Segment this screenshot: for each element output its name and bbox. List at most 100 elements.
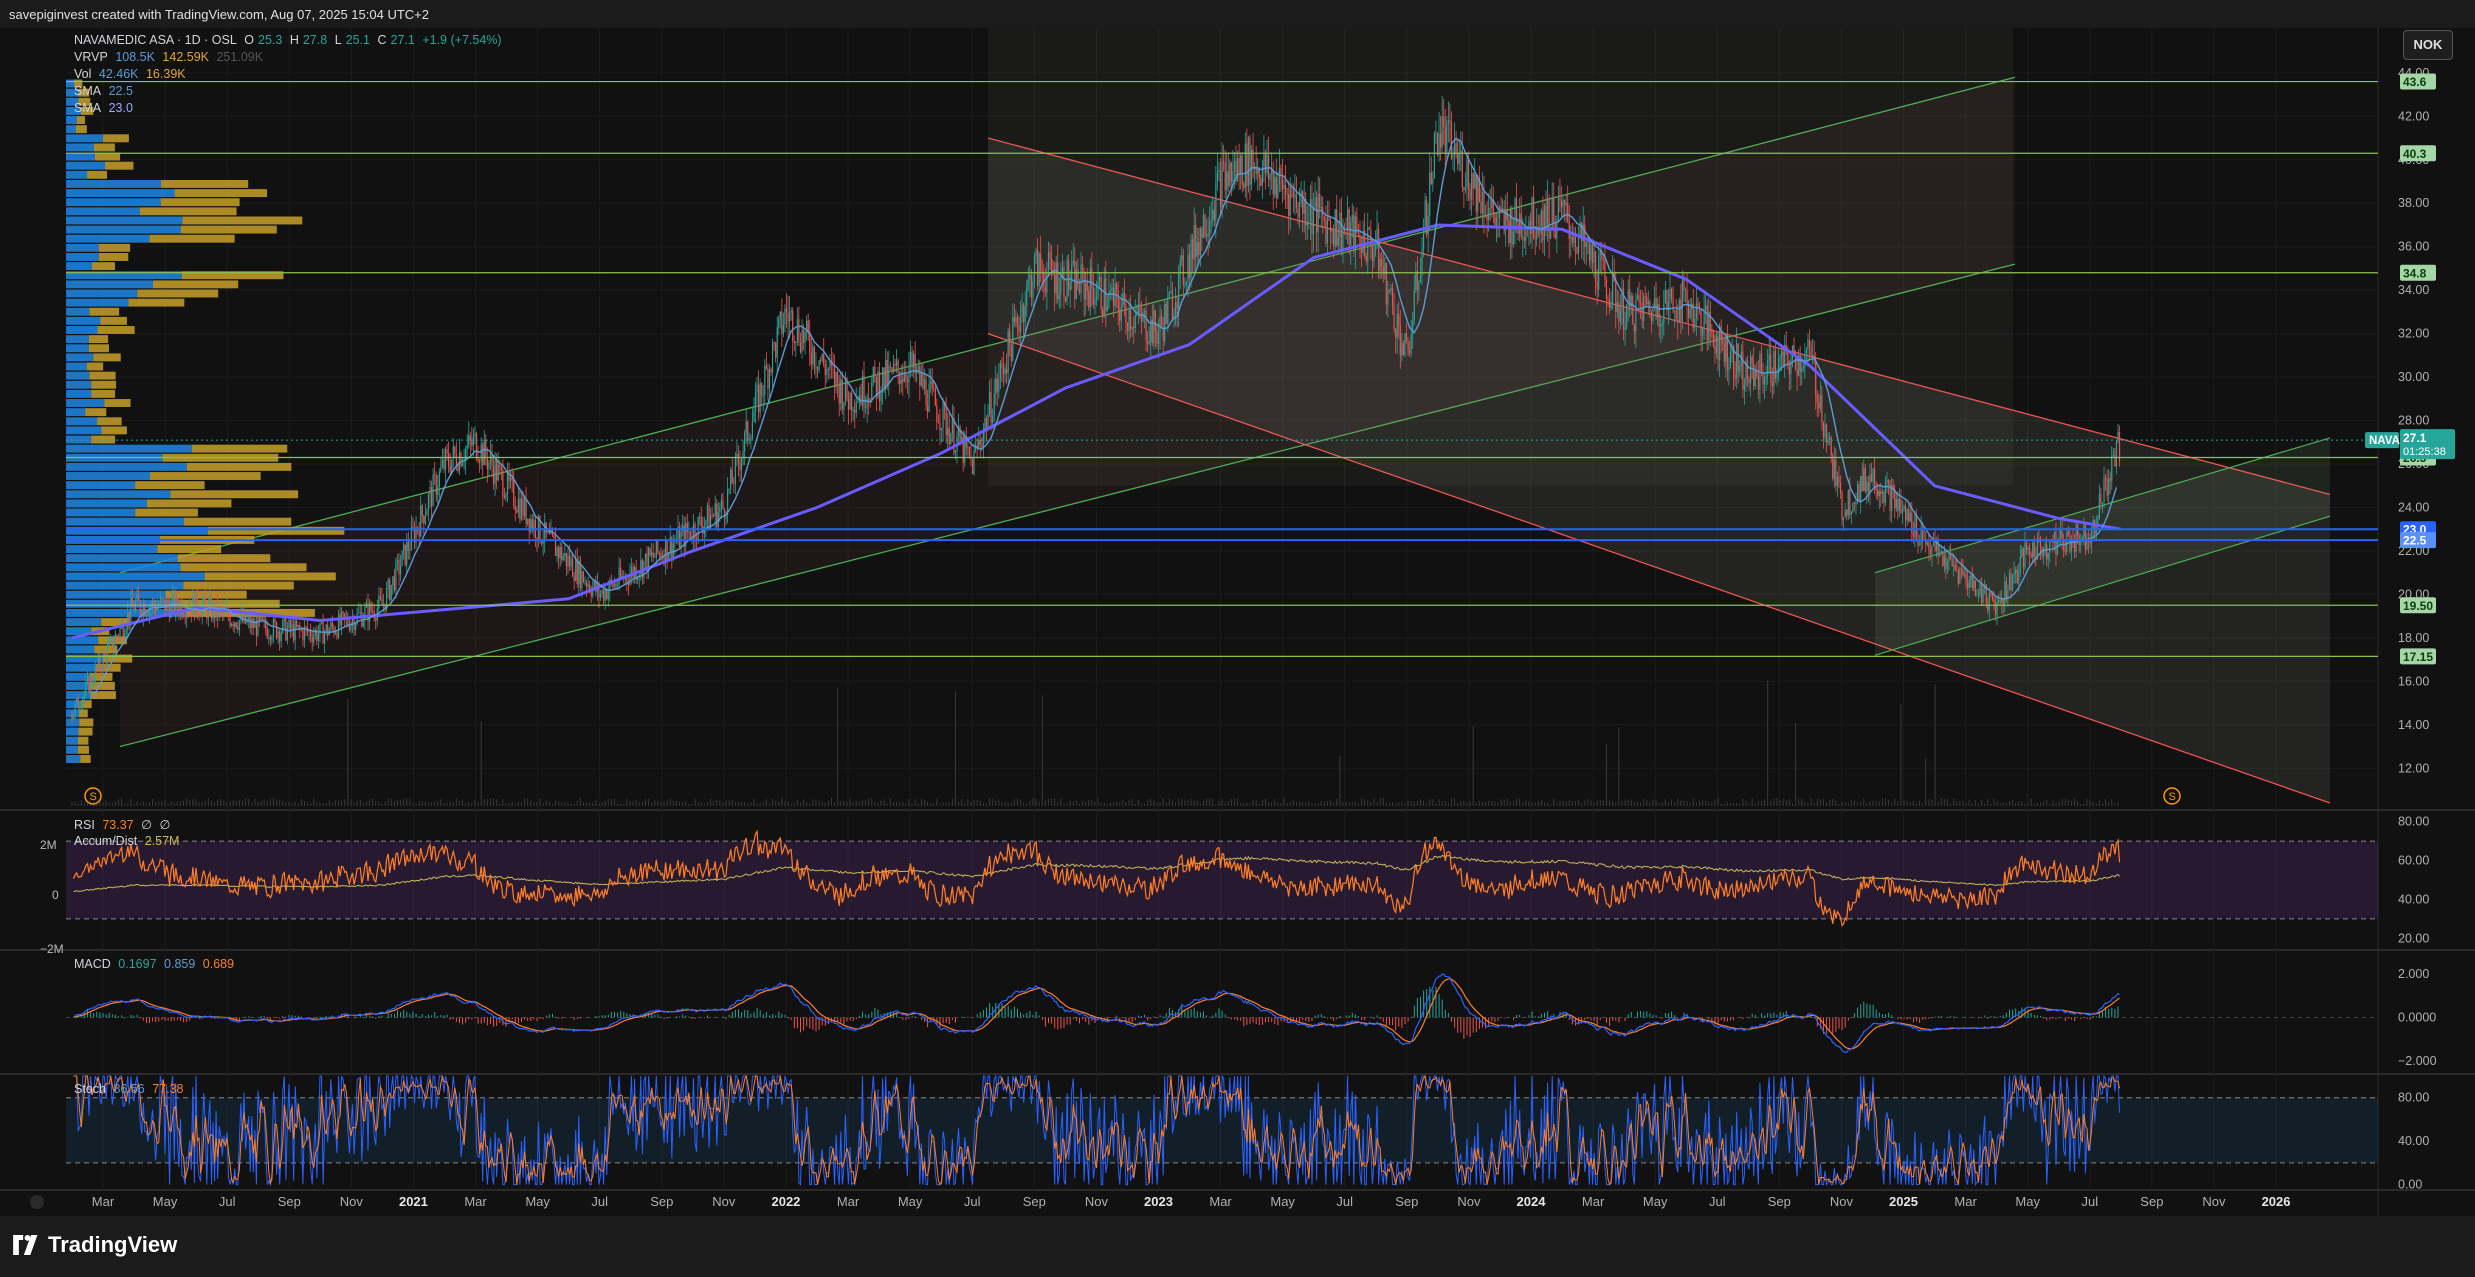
candle-body [1753, 363, 1755, 387]
candle-body [666, 540, 668, 560]
candle-body [1224, 163, 1226, 191]
candle-body [1684, 289, 1687, 291]
candle-body [1697, 303, 1699, 306]
candle-body [1333, 231, 1335, 247]
candle-body [1043, 272, 1045, 287]
candle-body [838, 382, 840, 404]
candle-body [1443, 116, 1445, 127]
candle-body [401, 550, 403, 566]
candle-body [1289, 187, 1291, 216]
candle-body [1974, 580, 1976, 596]
candle-body [2091, 529, 2093, 544]
candle-body [496, 459, 498, 481]
sma-slow-label: SMA [74, 101, 102, 115]
candle-body [829, 360, 831, 370]
candle-body [1019, 316, 1022, 333]
candle-body [1728, 367, 1730, 371]
candle-body [1498, 206, 1501, 219]
candle-body [751, 421, 754, 439]
candle-body [1038, 253, 1040, 286]
candle-body [1700, 308, 1702, 336]
vrvp-bar-up [66, 426, 102, 435]
candle-body [200, 615, 202, 618]
candle-body [1939, 553, 1941, 556]
candle-body [293, 624, 295, 641]
candle-body [1672, 298, 1674, 312]
candle-body [565, 553, 568, 567]
candle-body [76, 698, 78, 704]
accum-axis-top: 2M [40, 838, 57, 852]
candle-body [486, 457, 488, 470]
candle-body [2019, 556, 2021, 573]
candle-body [1467, 160, 1470, 189]
candle-body [313, 635, 315, 643]
candle-body [725, 515, 727, 519]
candle-body [1816, 394, 1818, 404]
stoch-d-value: 77.38 [152, 1082, 184, 1096]
candle-body [1413, 290, 1415, 320]
candle-body [1204, 214, 1206, 237]
time-tick-label: Mar [464, 1194, 487, 1209]
candle-body [559, 547, 561, 558]
vrvp-bar-up [66, 618, 102, 627]
brand[interactable]: TradingView [12, 1232, 177, 1258]
candle-body [1810, 346, 1812, 357]
candle-body [968, 447, 971, 456]
candle-body [1227, 171, 1229, 186]
candle-body [1746, 360, 1749, 379]
candle-body [1779, 356, 1781, 359]
candle-body [173, 593, 175, 613]
high-label: H [289, 33, 299, 47]
vrvp-bar-up [66, 298, 129, 307]
candle-body [1973, 580, 1975, 588]
candle-body [499, 464, 501, 467]
candle-body [866, 397, 868, 408]
candle-body [976, 445, 978, 447]
vrvp-bar-up [66, 681, 89, 690]
vrvp-bar-up [66, 508, 136, 517]
candle-body [1573, 236, 1575, 243]
candle-body [792, 310, 794, 341]
candle-body [1440, 133, 1442, 148]
candle-body [1452, 154, 1454, 159]
candle-body [1954, 564, 1956, 571]
candle-body [327, 624, 329, 636]
currency-button[interactable]: NOK [2403, 30, 2453, 60]
candle-body [1278, 167, 1281, 185]
candle-body [1215, 181, 1217, 221]
candle-body [979, 439, 981, 445]
candle-body [1695, 303, 1697, 319]
candle-body [237, 627, 239, 630]
chart-canvas[interactable]: Mar May Jul Sep Nov 2021 Mar May Jul Sep Nov 2022 Ma… [0, 0, 2475, 1277]
candle-body [948, 427, 950, 445]
candle-body [1130, 310, 1132, 330]
candle-body [251, 618, 253, 628]
macd-tick-label: −2.000 [2398, 1054, 2437, 1068]
candle-body [1379, 259, 1381, 271]
candle-body [1722, 340, 1724, 345]
candle-body [547, 530, 549, 533]
candle-body [1977, 594, 1980, 596]
candle-body [1188, 254, 1191, 278]
candle-body [1554, 223, 1556, 239]
candle-body [1193, 224, 1195, 260]
candle-body [674, 541, 676, 544]
candle-body [553, 535, 555, 539]
candle-body [1963, 574, 1966, 576]
candle-body [581, 571, 583, 588]
vrvp-bar-down [77, 745, 89, 754]
vrvp-bar-down [139, 207, 237, 216]
candle-body [1226, 171, 1228, 191]
vrvp-bar-down [180, 225, 277, 234]
candle-body [1196, 242, 1198, 257]
candle-body [1182, 255, 1184, 286]
candle-body [1790, 359, 1792, 375]
candle-body [776, 327, 778, 358]
candle-body [310, 630, 312, 638]
candle-body [1435, 132, 1437, 134]
time-tick-label: Mar [1954, 1194, 1977, 1209]
candle-body [1422, 231, 1425, 250]
candle-body [996, 378, 998, 392]
candle-body [1729, 351, 1732, 368]
candle-body [1522, 237, 1524, 238]
